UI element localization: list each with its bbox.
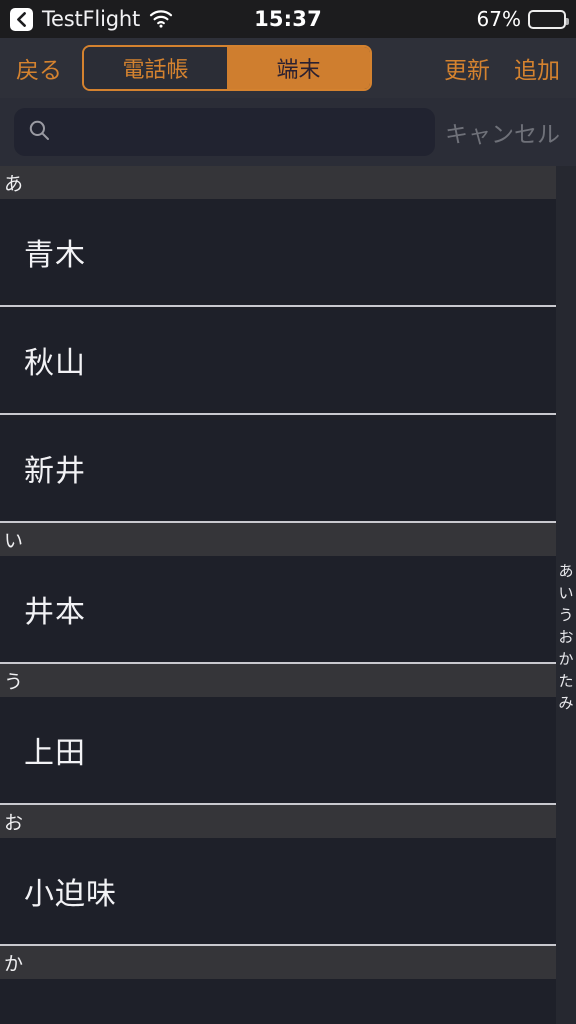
source-segmented-control[interactable]: 電話帳 端末 xyxy=(82,45,372,91)
index-item[interactable]: う xyxy=(558,605,573,625)
table-row[interactable]: 井本 xyxy=(0,556,556,664)
battery-percent-label: 67% xyxy=(476,7,521,31)
contact-name: 新井 xyxy=(24,454,86,489)
search-input[interactable] xyxy=(60,120,421,144)
chevron-left-icon xyxy=(16,11,27,27)
section-header: う xyxy=(0,664,556,697)
app-screen: TestFlight 15:37 67% 戻る 電話帳 端末 更新 追加 キャン… xyxy=(0,0,576,1024)
status-bar-left: TestFlight xyxy=(10,7,173,31)
table-row[interactable] xyxy=(0,979,556,1024)
battery-icon xyxy=(528,9,569,29)
contact-name: 小迫味 xyxy=(24,877,117,912)
search-bar: キャンセル xyxy=(0,98,576,166)
section-header: か xyxy=(0,946,556,979)
index-item[interactable]: か xyxy=(558,649,573,669)
index-item[interactable]: た xyxy=(558,671,573,691)
back-to-app-label[interactable]: TestFlight xyxy=(42,7,140,31)
search-cancel-button[interactable]: キャンセル xyxy=(445,115,562,149)
table-row[interactable]: 新井 xyxy=(0,415,556,523)
segment-device[interactable]: 端末 xyxy=(227,47,370,89)
table-row[interactable]: 上田 xyxy=(0,697,556,805)
index-item[interactable]: い xyxy=(558,583,573,603)
alphabet-index-strip[interactable]: あいうおかたみ xyxy=(556,561,576,713)
table-row[interactable]: 秋山 xyxy=(0,307,556,415)
index-item[interactable]: お xyxy=(558,627,573,647)
segment-phonebook[interactable]: 電話帳 xyxy=(84,47,227,89)
status-bar: TestFlight 15:37 67% xyxy=(0,0,576,38)
table-row[interactable]: 小迫味 xyxy=(0,838,556,946)
search-icon xyxy=(28,119,50,145)
contact-name: 井本 xyxy=(24,595,86,630)
status-bar-right: 67% xyxy=(476,7,569,31)
section-header: い xyxy=(0,523,556,556)
contact-list: あ青木秋山新井い井本う上田お小迫味か xyxy=(0,166,556,1024)
refresh-button[interactable]: 更新 xyxy=(444,51,490,85)
contact-name: 上田 xyxy=(24,736,86,771)
table-row[interactable]: 青木 xyxy=(0,199,556,307)
index-item[interactable]: み xyxy=(558,693,573,713)
add-button[interactable]: 追加 xyxy=(514,51,560,85)
contact-name: 秋山 xyxy=(24,346,86,381)
navigation-bar: 戻る 電話帳 端末 更新 追加 xyxy=(0,38,576,98)
search-field[interactable] xyxy=(14,108,435,156)
back-button[interactable]: 戻る xyxy=(16,51,62,85)
section-header: お xyxy=(0,805,556,838)
contact-list-area[interactable]: あ青木 秋山 新井い井本う上田お小迫味か あいうおかたみ xyxy=(0,166,576,1024)
section-header: あ xyxy=(0,166,556,199)
back-to-app-badge[interactable] xyxy=(10,7,33,31)
navigation-bar-actions: 更新 追加 xyxy=(444,51,560,85)
wifi-icon xyxy=(149,10,173,28)
index-item[interactable]: あ xyxy=(558,561,573,581)
contact-name: 青木 xyxy=(24,238,86,273)
